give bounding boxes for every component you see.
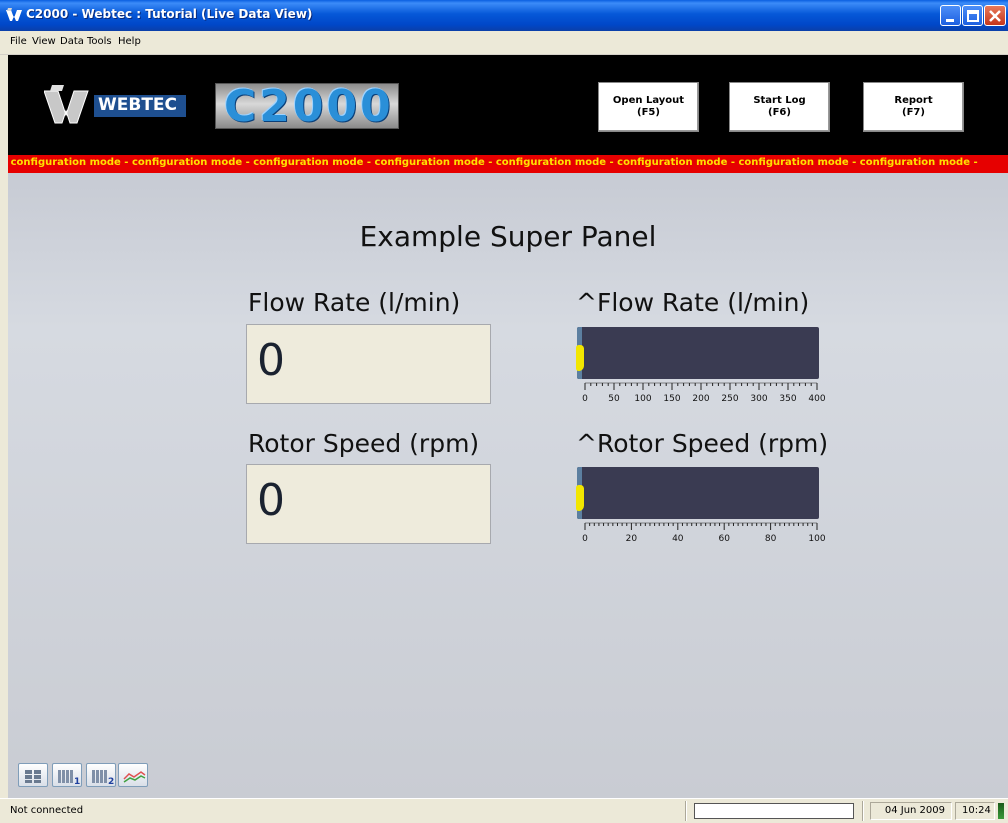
maximize-button[interactable] <box>962 5 983 26</box>
flow-rate-tick-label: 100 <box>634 394 651 404</box>
window-title: C2000 - Webtec : Tutorial (Live Data Vie… <box>26 7 313 21</box>
column-view-1-button[interactable]: 1 <box>52 763 82 787</box>
flow-rate-gauge-scale: 0 50 100 150 200 250 300 350 400 <box>582 382 826 404</box>
column-view-2-icon: 2 <box>92 770 114 787</box>
open-layout-button[interactable]: Open Layout (F5) <box>598 82 699 132</box>
super-panel: Example Super Panel Flow Rate (l/min) 0 … <box>8 173 1008 798</box>
flow-rate-tick-label: 200 <box>692 394 709 404</box>
flow-rate-value: 0 <box>257 335 285 386</box>
column-view-2-button[interactable]: 2 <box>86 763 116 787</box>
flow-rate-gauge-pointer <box>576 345 584 371</box>
flow-rate-tick-label: 400 <box>808 394 825 404</box>
webtec-logo-text: WEBTEC <box>98 95 178 115</box>
flow-rate-gauge-label: ^Flow Rate (l/min) <box>576 288 810 317</box>
report-shortcut: (F7) <box>902 107 925 118</box>
title-bar[interactable]: C2000 - Webtec : Tutorial (Live Data Vie… <box>0 0 1008 31</box>
panel-title: Example Super Panel <box>359 220 657 253</box>
rotor-speed-gauge-label: ^Rotor Speed (rpm) <box>576 429 829 458</box>
webtec-logo: WEBTEC <box>44 85 204 125</box>
graph-view-button[interactable] <box>118 763 148 787</box>
rotor-speed-gauge-pointer <box>576 485 584 511</box>
report-button[interactable]: Report (F7) <box>863 82 964 132</box>
rotor-speed-value-box: 0 <box>246 464 491 544</box>
maximize-icon <box>967 10 979 22</box>
rotor-speed-tick-label: 20 <box>626 534 638 544</box>
menu-file[interactable]: File <box>10 36 27 47</box>
status-progress-bar <box>694 803 854 819</box>
rotor-speed-gauge-scale: 0 20 40 60 80 100 <box>582 522 826 544</box>
start-log-button[interactable]: Start Log (F6) <box>729 82 830 132</box>
flow-rate-tick-label: 250 <box>721 394 738 404</box>
status-time: 10:24 <box>955 802 995 820</box>
menu-view[interactable]: View <box>32 36 56 47</box>
status-divider <box>862 801 864 821</box>
start-log-label: Start Log <box>753 95 806 106</box>
webtec-app-icon <box>6 8 22 21</box>
graph-view-icon <box>123 771 146 783</box>
minimize-icon <box>946 19 954 22</box>
flow-rate-tick-label: 50 <box>608 394 620 404</box>
two-column-view-icon <box>25 770 41 783</box>
rotor-speed-gauge <box>576 467 819 519</box>
close-icon <box>989 10 1001 22</box>
app-header: WEBTEC C2000 Open Layout (F5) Start Log … <box>8 55 1008 155</box>
configuration-mode-banner: - configuration mode - configuration mod… <box>8 155 1008 173</box>
close-button[interactable] <box>984 5 1006 26</box>
menu-tools[interactable]: Tools <box>87 36 112 47</box>
menu-help[interactable]: Help <box>118 36 141 47</box>
rotor-speed-tick-label: 60 <box>718 534 730 544</box>
rotor-speed-label: Rotor Speed (rpm) <box>248 429 480 458</box>
rotor-speed-value: 0 <box>257 475 285 526</box>
webtec-w-icon <box>44 85 89 124</box>
connection-status: Not connected <box>10 805 84 816</box>
status-bar: Not connected 04 Jun 2009 10:24 <box>0 798 1008 823</box>
report-label: Report <box>894 95 933 106</box>
flow-rate-tick-label: 300 <box>750 394 767 404</box>
svg-text:1: 1 <box>74 777 80 787</box>
rotor-speed-tick-label: 80 <box>765 534 777 544</box>
flow-rate-tick-label: 150 <box>663 394 680 404</box>
two-column-view-button[interactable] <box>18 763 48 787</box>
status-indicator <box>998 803 1004 819</box>
start-log-shortcut: (F6) <box>768 107 791 118</box>
application-window: C2000 - Webtec : Tutorial (Live Data Vie… <box>0 0 1008 823</box>
menu-data[interactable]: Data <box>60 36 84 47</box>
rotor-speed-tick-label: 100 <box>808 534 825 544</box>
flow-rate-tick-label: 0 <box>582 394 588 404</box>
open-layout-shortcut: (F5) <box>637 107 660 118</box>
open-layout-label: Open Layout <box>612 95 685 106</box>
status-divider <box>685 801 687 821</box>
flow-rate-gauge <box>576 327 819 379</box>
banner-text: - configuration mode - configuration mod… <box>8 157 978 168</box>
svg-text:2: 2 <box>108 777 114 787</box>
c2000-logo-text: C2000 <box>224 81 394 132</box>
flow-rate-value-box: 0 <box>246 324 491 404</box>
flow-rate-label: Flow Rate (l/min) <box>248 288 461 317</box>
c2000-logo: C2000 <box>215 81 399 132</box>
minimize-button[interactable] <box>940 5 961 26</box>
column-view-1-icon: 1 <box>58 770 80 787</box>
menu-bar: File View Data Tools Help <box>0 31 1008 55</box>
status-date: 04 Jun 2009 <box>870 802 952 820</box>
rotor-speed-tick-label: 40 <box>672 534 684 544</box>
rotor-speed-tick-label: 0 <box>582 534 588 544</box>
flow-rate-tick-label: 350 <box>779 394 796 404</box>
